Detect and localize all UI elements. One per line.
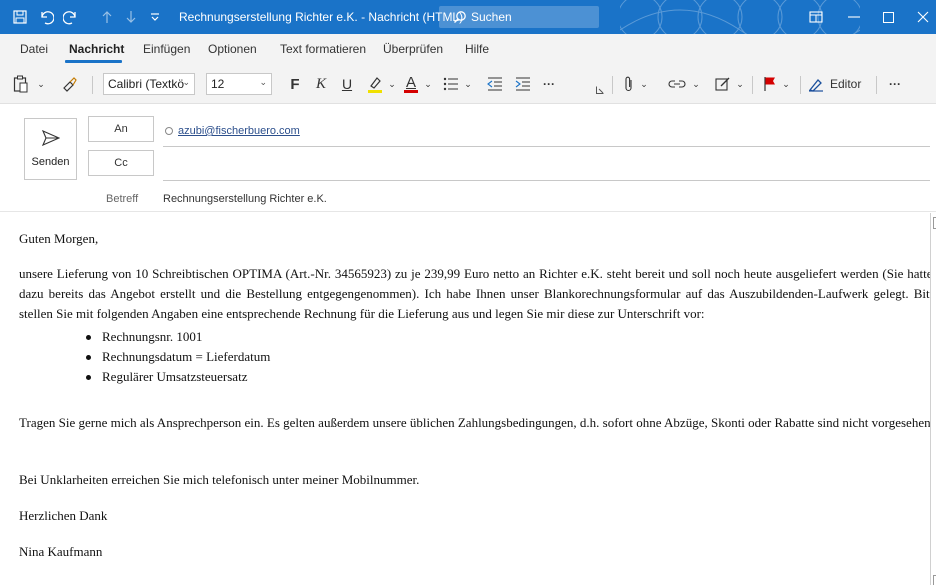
toolbar-separator [752,76,753,94]
to-button[interactable]: An [88,116,154,142]
body-paragraph-1: unsere Lieferung von 10 Schreibtischen O… [19,266,936,321]
toolbar-separator [612,76,613,94]
font-color-button[interactable]: A [400,72,422,96]
redo-icon[interactable] [60,0,82,34]
more-options-button[interactable]: ··· [884,72,906,96]
tab-ueberpruefen[interactable]: Überprüfen [383,34,443,64]
body-greeting: Guten Morgen, [19,231,99,246]
paste-icon[interactable] [10,72,32,96]
underline-button[interactable]: U [336,72,358,96]
attach-file-icon[interactable] [620,72,638,96]
tab-hilfe[interactable]: Hilfe [465,34,489,64]
attach-chevron-icon[interactable]: ⌄ [638,72,650,96]
tab-einfuegen[interactable]: Einfügen [143,34,190,64]
minimize-icon[interactable] [840,0,868,34]
bullet-list-icon[interactable] [440,72,462,96]
link-chevron-icon[interactable]: ⌄ [690,72,702,96]
highlight-chevron-icon[interactable]: ⌄ [386,72,398,96]
arrow-down-icon[interactable] [123,0,139,34]
tab-text-formatieren[interactable]: Text formatieren [280,34,366,64]
italic-button[interactable]: K [310,72,332,96]
send-label: Senden [31,156,70,168]
arrow-up-icon[interactable] [99,0,115,34]
chevron-down-icon: ⌄ [182,77,190,87]
body-signature: Nina Kaufmann [19,544,103,559]
editor-button[interactable]: Editor [808,72,872,96]
to-address: azubi@fischerbuero.com [178,125,300,137]
presence-icon [165,127,173,135]
customize-quick-access-icon[interactable] [148,0,162,34]
highlight-icon[interactable] [364,72,386,96]
message-body[interactable]: Guten Morgen, unsere Lieferung von 10 Sc… [0,213,936,585]
format-painter-icon[interactable] [58,72,80,96]
search-placeholder: Suchen [471,10,512,24]
tab-datei[interactable]: Datei [20,34,48,64]
flag-chevron-icon[interactable]: ⌄ [780,72,792,96]
list-item: Rechnungsdatum = Lieferdatum [86,347,270,367]
body-closing: Herzlichen Dank [19,508,108,523]
list-item: Rechnungsnr. 1001 [86,327,270,347]
send-button[interactable]: Senden [24,118,77,180]
title-bar: Rechnungserstellung Richter e.K. - Nachr… [0,0,936,34]
signature-icon[interactable] [712,72,734,96]
editor-icon [808,76,824,92]
cc-button[interactable]: Cc [88,150,154,176]
search-icon [453,10,467,24]
editor-label: Editor [830,77,862,91]
chevron-down-icon: ⌄ [259,77,267,87]
ribbon-tabs: Datei Nachricht Einfügen Optionen Text f… [0,34,936,64]
paste-dropdown-chevron-icon[interactable]: ⌄ [34,72,48,96]
list-item: Regulärer Umsatzsteuersatz [86,367,270,387]
send-icon [41,130,60,146]
vertical-scrollbar[interactable] [930,213,936,585]
bullet-list-chevron-icon[interactable]: ⌄ [462,72,474,96]
save-icon[interactable] [10,0,30,34]
to-field-underline [163,146,930,147]
ribbon-toolbar: ⌄ Calibri (Textkö ⌄ 12 ⌄ F K U ⌄ A ⌄ ⌄ ·… [0,64,936,104]
decrease-indent-icon[interactable] [484,72,506,96]
font-color-letter: A [405,73,416,91]
subject-input[interactable]: Rechnungserstellung Richter e.K. [163,193,327,205]
font-color-chevron-icon[interactable]: ⌄ [422,72,434,96]
body-paragraph-3: Bei Unklarheiten erreichen Sie mich tele… [19,472,420,487]
body-bullet-list: Rechnungsnr. 1001 Rechnungsdatum = Liefe… [86,327,270,387]
maximize-icon[interactable] [874,0,902,34]
subject-label: Betreff [106,193,139,205]
dialog-launcher-icon[interactable] [594,84,606,96]
toolbar-separator [92,76,93,94]
font-size-select[interactable]: 12 ⌄ [206,73,272,95]
font-name-value: Calibri (Textkö [108,77,185,91]
bold-button[interactable]: F [284,72,306,96]
close-icon[interactable] [910,0,936,34]
toolbar-separator [800,76,801,94]
font-name-select[interactable]: Calibri (Textkö ⌄ [103,73,195,95]
undo-icon[interactable] [35,0,57,34]
ribbon-display-icon[interactable] [804,0,828,34]
font-size-value: 12 [211,77,225,91]
link-icon[interactable] [666,72,688,96]
active-tab-indicator [65,60,122,63]
cc-field-input[interactable] [163,180,930,181]
window-title: Rechnungserstellung Richter e.K. - Nachr… [179,10,464,24]
compose-header: Senden An azubi@fischerbuero.com Cc Betr… [0,104,936,212]
more-formatting-button[interactable]: ··· [538,72,560,96]
tab-optionen[interactable]: Optionen [208,34,257,64]
toolbar-separator [876,76,877,94]
font-color-swatch [404,89,418,93]
body-paragraph-2: Tragen Sie gerne mich als Ansprechperson… [19,415,934,430]
to-recipient[interactable]: azubi@fischerbuero.com [165,125,300,137]
signature-chevron-icon[interactable]: ⌄ [734,72,746,96]
increase-indent-icon[interactable] [512,72,534,96]
search-box[interactable]: Suchen [439,6,599,28]
flag-icon[interactable] [760,72,780,96]
